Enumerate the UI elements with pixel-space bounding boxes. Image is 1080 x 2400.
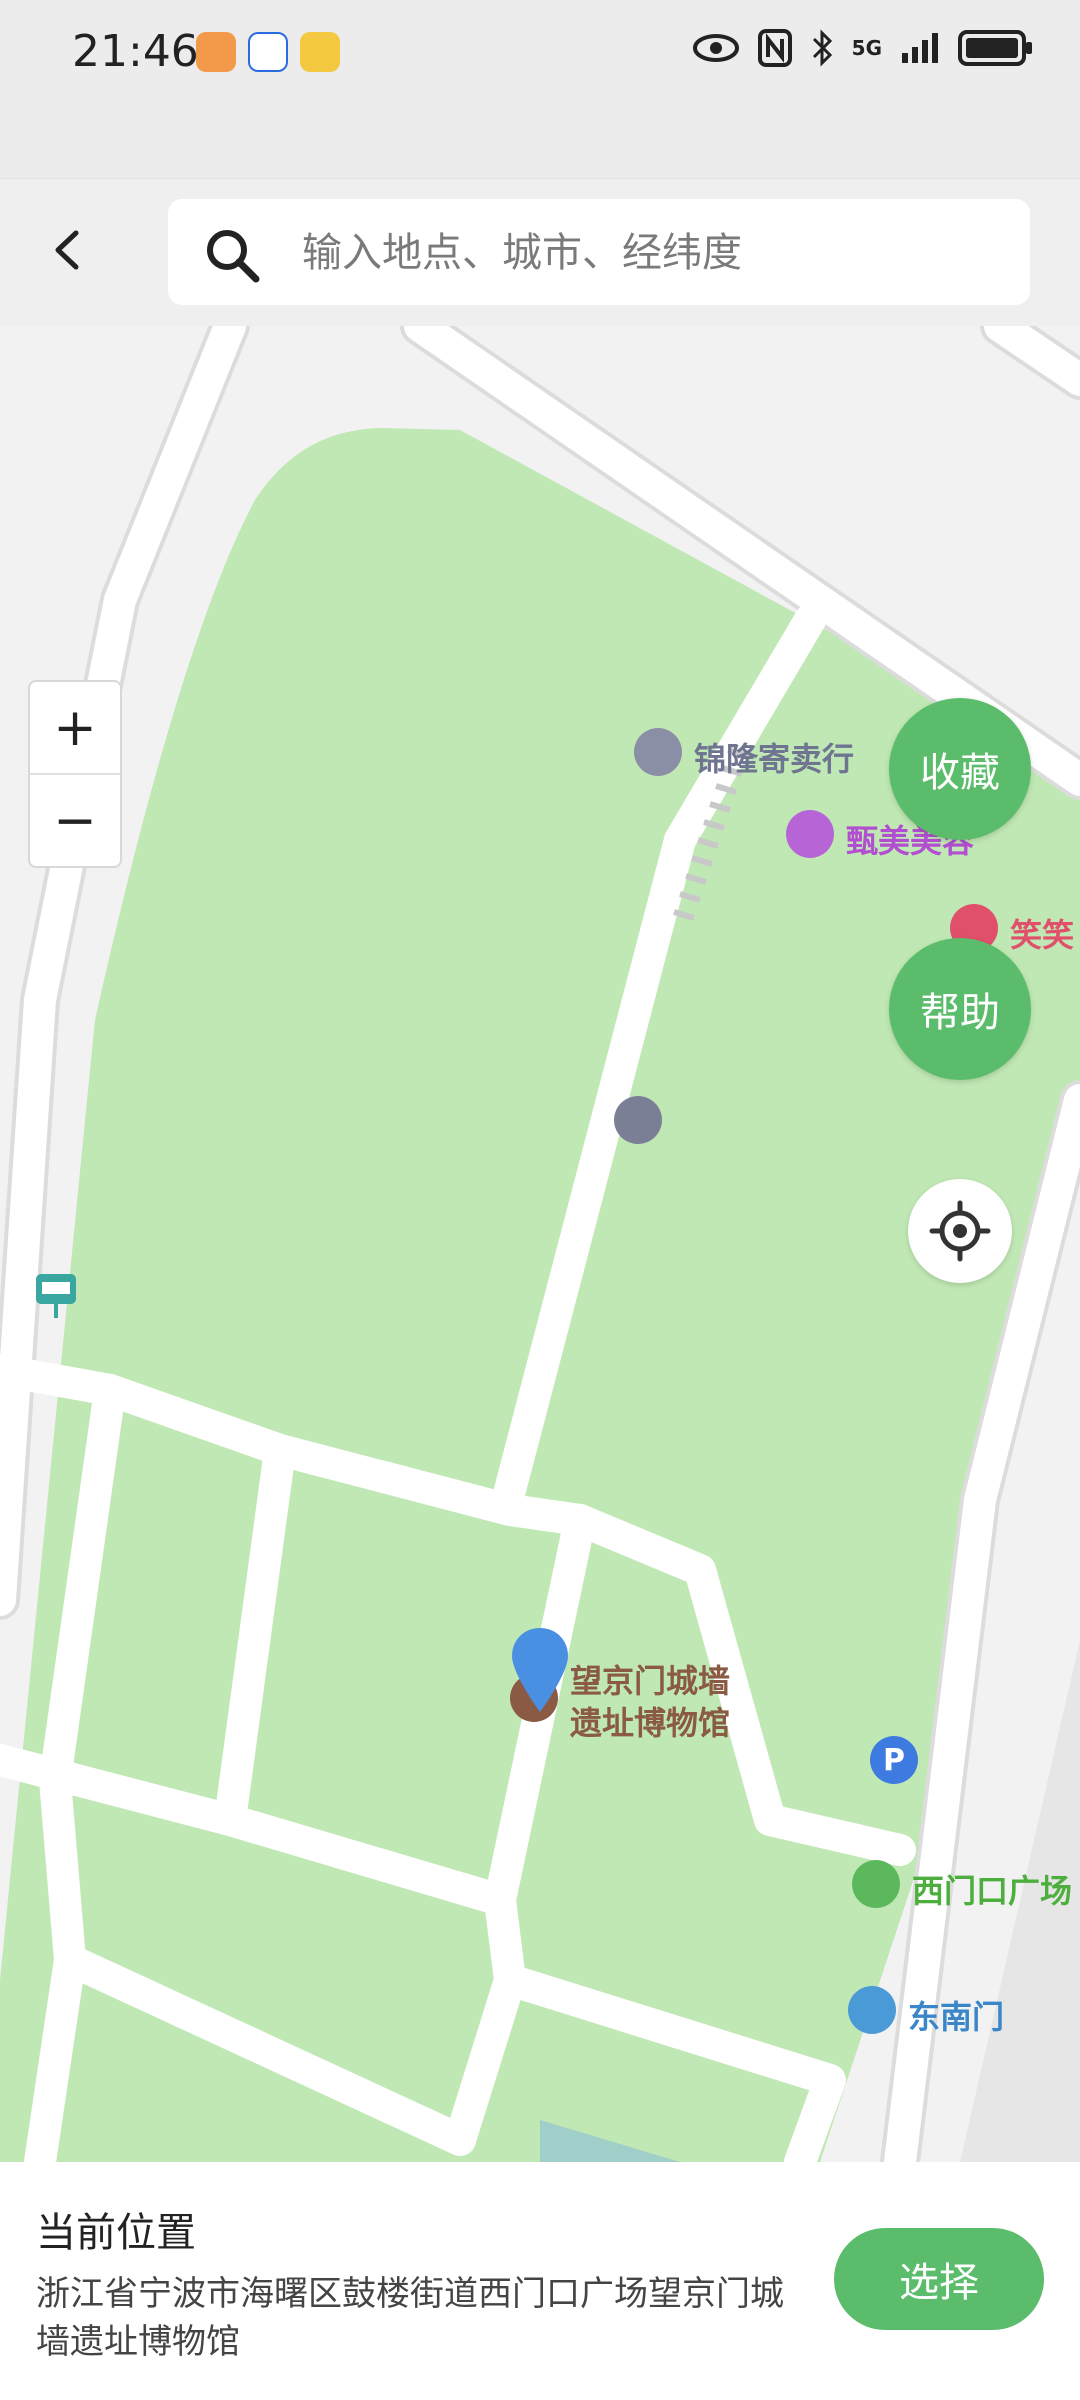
top-bar: [0, 178, 1080, 327]
eye-icon: [692, 34, 739, 62]
search-box[interactable]: [168, 199, 1030, 305]
status-bar: 21:46 5G: [0, 0, 1080, 178]
consignment-shop-icon[interactable]: [634, 728, 682, 776]
poi-label-smile[interactable]: 笑笑: [1010, 910, 1074, 956]
zoom-out-button[interactable]: −: [30, 773, 120, 866]
beauty-salon-icon[interactable]: [786, 810, 834, 858]
status-time: 21:46: [72, 26, 199, 77]
zoom-in-button[interactable]: +: [30, 682, 120, 773]
restroom-icon[interactable]: [614, 1096, 662, 1144]
favorite-button[interactable]: 收藏: [889, 698, 1031, 840]
nfc-icon: [757, 29, 792, 67]
crosshair-icon: [929, 1200, 991, 1262]
help-button[interactable]: 帮助: [889, 938, 1031, 1080]
parking-icon[interactable]: P: [870, 1736, 918, 1784]
status-icons: 5G: [692, 28, 1034, 68]
signal-icon: [902, 33, 938, 63]
poi-label-museum-line2[interactable]: 遗址博物馆: [570, 1698, 730, 1744]
search-input[interactable]: [300, 221, 1004, 285]
map-view[interactable]: 锦隆寄卖行 甄美美容 笑笑 望京门城墙 遗址博物馆 P 西门口广场 东南门 B …: [0, 326, 1080, 2162]
poi-label-plaza[interactable]: 西门口广场: [912, 1866, 1072, 1912]
zoom-control: + −: [28, 680, 122, 868]
poi-label-museum-line1[interactable]: 望京门城墙: [570, 1656, 730, 1702]
my-location-button[interactable]: [908, 1179, 1012, 1283]
bluetooth-icon: [812, 29, 832, 67]
battery-icon: [958, 30, 1032, 66]
bus-stop-icon[interactable]: [34, 1272, 78, 1320]
select-button[interactable]: 选择: [834, 2228, 1044, 2330]
current-location-panel: 当前位置 浙江省宁波市海曙区鼓楼街道西门口广场望京门城墙遗址博物馆 选择: [0, 2162, 1080, 2400]
parking-label: P: [883, 1742, 905, 1778]
current-location-title: 当前位置: [36, 2210, 196, 2256]
app-notification-icon: [248, 32, 288, 72]
back-arrow-icon[interactable]: [44, 225, 94, 275]
app-notification-icon: [300, 32, 340, 72]
poi-label-consignment[interactable]: 锦隆寄卖行: [694, 734, 854, 780]
network-type-label: 5G: [851, 36, 882, 60]
location-pin-icon: [512, 1628, 568, 1712]
plaza-icon[interactable]: [852, 1860, 900, 1908]
search-icon: [207, 230, 260, 283]
app-notification-icon: [196, 32, 236, 72]
current-address: 浙江省宁波市海曙区鼓楼街道西门口广场望京门城墙遗址博物馆: [36, 2274, 784, 2362]
gate-icon[interactable]: [848, 1986, 896, 2034]
poi-label-gate[interactable]: 东南门: [908, 1992, 1004, 2038]
